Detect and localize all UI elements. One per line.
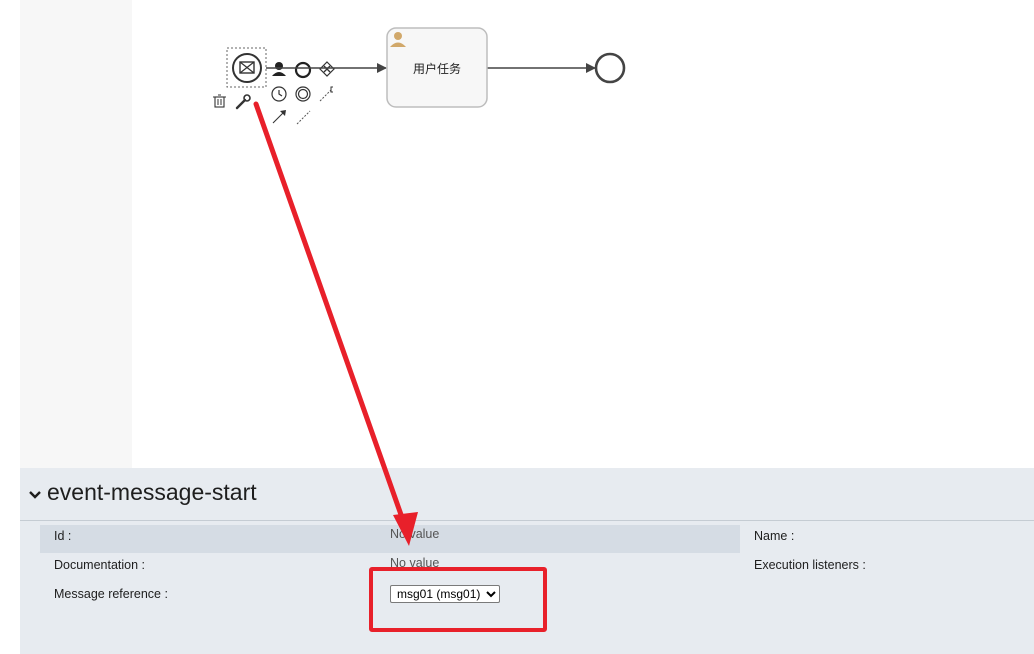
delete-icon[interactable] [213, 94, 226, 108]
intermediate-event-icon[interactable] [295, 86, 311, 102]
user-task-icon[interactable] [272, 62, 286, 76]
diagram-svg: 用户任务 [213, 27, 626, 125]
message-start-event[interactable] [226, 47, 267, 88]
association-icon[interactable] [296, 110, 311, 125]
id-value[interactable]: No value [390, 527, 439, 541]
context-pad [213, 61, 335, 125]
documentation-value[interactable]: No value [390, 556, 439, 570]
properties-title: event-message-start [47, 479, 257, 505]
message-reference-select[interactable]: msg01 (msg01) [390, 585, 500, 603]
message-reference-label: Message reference : [54, 587, 168, 601]
exclusive-gateway-icon[interactable] [319, 61, 335, 77]
end-event-icon[interactable] [294, 61, 312, 79]
palette-panel [20, 0, 132, 468]
id-label: Id : [54, 529, 72, 543]
end-event[interactable] [594, 52, 626, 84]
wrench-icon[interactable] [235, 94, 251, 110]
user-task-label: 用户任务 [413, 61, 461, 76]
text-annotation-icon[interactable] [319, 86, 333, 102]
documentation-label: Documentation : [54, 558, 146, 572]
chevron-down-icon[interactable] [29, 488, 41, 503]
left-border-strip [0, 0, 21, 654]
diagram-canvas[interactable]: 用户任务 [132, 0, 1034, 468]
sequence-flow-icon[interactable] [272, 110, 286, 124]
properties-header[interactable]: event-message-start [20, 468, 1034, 521]
execution-listeners-label: Execution listeners : [754, 558, 866, 572]
user-task[interactable]: 用户任务 [386, 27, 488, 108]
name-label: Name : [754, 529, 795, 543]
timer-event-icon[interactable] [271, 86, 287, 102]
properties-panel: event-message-start Id : No value Name :… [20, 468, 1034, 654]
